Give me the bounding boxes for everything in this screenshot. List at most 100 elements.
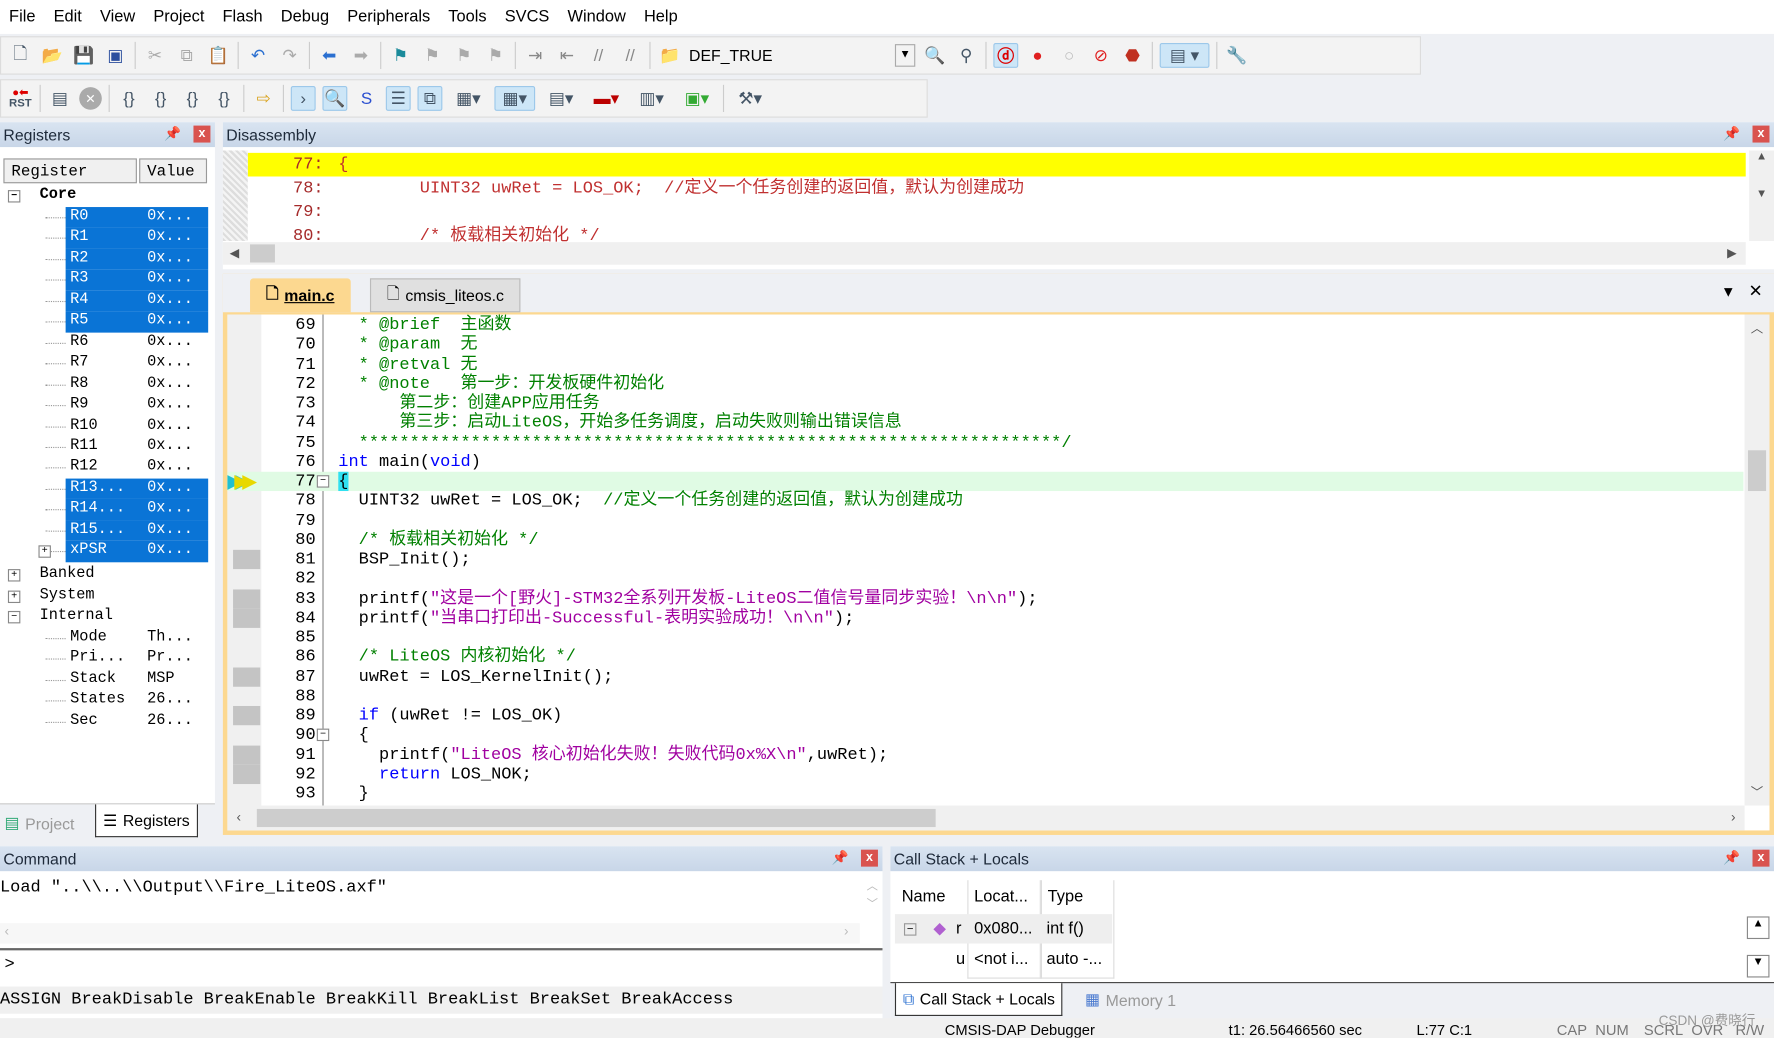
code-line[interactable]: 70 * @param 无: [227, 335, 1743, 355]
register-row[interactable]: Stack MSP: [0, 670, 215, 691]
next-bookmark-icon[interactable]: ⚑: [451, 43, 476, 68]
uncomment-icon[interactable]: //: [618, 43, 643, 68]
register-row[interactable]: R0 0x...: [0, 207, 215, 228]
symbols-window-icon[interactable]: S: [354, 86, 379, 111]
code-line[interactable]: 89 if (uwRet != LOS_OK): [227, 706, 1743, 726]
editor-vscrollbar[interactable]: ︿ ﹀: [1744, 314, 1770, 806]
menu-window[interactable]: Window: [558, 8, 634, 26]
system-viewer-icon[interactable]: ▣▾: [678, 86, 716, 111]
disable-breakpoint-icon[interactable]: ○: [1057, 43, 1082, 68]
code-line[interactable]: 81 BSP_Init();: [227, 550, 1743, 570]
tree-group-internal[interactable]: − Internal: [0, 606, 215, 627]
disassembly-line[interactable]: 78: UINT32 uwRet = LOS_OK; //定义一个任务创建的返回…: [248, 176, 1746, 200]
menu-peripherals[interactable]: Peripherals: [338, 8, 439, 26]
indent-icon[interactable]: ⇥: [523, 43, 548, 68]
code-line[interactable]: 86 /* LiteOS 内核初始化 */: [227, 647, 1743, 667]
paste-icon[interactable]: 📋: [206, 43, 231, 68]
cut-icon[interactable]: ✂: [143, 43, 168, 68]
expand-icon[interactable]: +: [38, 545, 51, 558]
memory-window-icon[interactable]: ▦▾: [494, 85, 536, 111]
save-icon[interactable]: 💾: [71, 43, 96, 68]
close-icon[interactable]: x: [1752, 125, 1770, 143]
code-line[interactable]: 79: [227, 511, 1743, 531]
register-row[interactable]: R11 0x...: [0, 437, 215, 458]
register-row[interactable]: R4 0x...: [0, 290, 215, 312]
debug-session-icon[interactable]: ⓓ: [993, 42, 1019, 68]
command-window-icon[interactable]: ›: [290, 85, 316, 111]
prev-bookmark-icon[interactable]: ⚑: [420, 43, 445, 68]
register-row[interactable]: R6 0x...: [0, 332, 215, 353]
disassembly-line[interactable]: 79:: [248, 200, 1746, 224]
disassembly-hscrollbar[interactable]: ◀ ▶: [222, 242, 1746, 265]
register-row[interactable]: States 26...: [0, 691, 215, 712]
expand-icon[interactable]: +: [7, 590, 21, 604]
unindent-icon[interactable]: ⇤: [554, 43, 579, 68]
collapse-icon[interactable]: −: [7, 610, 21, 624]
comment-icon[interactable]: //: [586, 43, 611, 68]
code-line[interactable]: 87 uwRet = LOS_KernelInit();: [227, 667, 1743, 687]
tab-cmsis-liteos-c[interactable]: 🗋 cmsis_liteos.c: [369, 278, 521, 313]
step-in-icon[interactable]: {}: [117, 86, 142, 111]
close-icon[interactable]: x: [1752, 849, 1770, 867]
find-in-files-icon[interactable]: 📁: [657, 43, 682, 68]
disassembly-line[interactable]: 80: /* 板载相关初始化 */: [248, 224, 1746, 243]
code-line[interactable]: 93 }: [227, 784, 1743, 804]
configure-icon[interactable]: 🔧: [1224, 43, 1249, 68]
tree-group-core[interactable]: − Core: [0, 186, 215, 207]
tree-group-banked[interactable]: + Banked: [0, 565, 215, 586]
editor-hscrollbar[interactable]: ‹ ›: [227, 805, 1745, 831]
tab-project[interactable]: ▤ Project: [5, 813, 75, 832]
tab-main-c[interactable]: 🗋 main.c: [250, 278, 351, 313]
chevron-down-icon[interactable]: ▼: [894, 44, 916, 67]
register-row[interactable]: R14... 0x...: [0, 499, 215, 521]
register-row[interactable]: R13... 0x...: [0, 478, 215, 500]
register-row[interactable]: R3 0x...: [0, 269, 215, 291]
redo-icon[interactable]: ↷: [277, 43, 302, 68]
back-icon[interactable]: ⬅: [317, 43, 342, 68]
column-header-location[interactable]: Locat...: [974, 880, 1028, 914]
table-row[interactable]: − ◆ r 0x080... int f(): [894, 914, 1113, 944]
copy-icon[interactable]: ⧉: [174, 43, 199, 68]
call-stack-window-icon[interactable]: ⧉: [417, 85, 443, 111]
command-hscrollbar[interactable]: ‹ ›: [0, 923, 860, 944]
code-line[interactable]: 69 * @brief 主函数: [227, 316, 1743, 336]
find-icon[interactable]: 🔍: [922, 43, 947, 68]
register-row[interactable]: R5 0x...: [0, 311, 215, 333]
run-to-cursor-icon[interactable]: {}: [212, 86, 237, 111]
serial-window-icon[interactable]: ▤▾: [542, 86, 580, 111]
tree-group-system[interactable]: + System: [0, 586, 215, 607]
register-row[interactable]: R9 0x...: [0, 395, 215, 416]
register-row[interactable]: R1 0x...: [0, 227, 215, 249]
code-editor[interactable]: 69 * @brief 主函数 70 * @param 无 71 * @retval…: [227, 314, 1770, 831]
register-row[interactable]: R12 0x...: [0, 458, 215, 479]
code-line[interactable]: 74 第三步：启动LiteOS，开始多任务调度，启动失败则输出错误信息: [227, 413, 1743, 433]
pin-icon[interactable]: 📌: [1723, 850, 1740, 866]
close-file-icon[interactable]: ✕: [1748, 281, 1762, 301]
show-next-statement-icon[interactable]: ⇨: [251, 86, 276, 111]
menu-debug[interactable]: Debug: [272, 8, 338, 26]
menu-view[interactable]: View: [91, 8, 144, 26]
tab-call-stack-locals[interactable]: ⧉ Call Stack + Locals: [894, 983, 1063, 1016]
run-icon[interactable]: ▤: [48, 86, 73, 111]
column-header-value[interactable]: Value: [139, 158, 208, 184]
column-header-register[interactable]: Register: [3, 158, 137, 184]
fold-icon[interactable]: −: [316, 475, 330, 488]
code-line[interactable]: 72 * @note 第一步：开发板硬件初始化: [227, 374, 1743, 394]
code-line[interactable]: 73 第二步：创建APP应用任务: [227, 394, 1743, 414]
code-line[interactable]: 88: [227, 686, 1743, 706]
register-row[interactable]: R7 0x...: [0, 353, 215, 374]
code-line[interactable]: 76 int main(void): [227, 452, 1743, 472]
menu-file[interactable]: File: [0, 8, 45, 26]
command-input[interactable]: >: [0, 953, 882, 978]
expand-icon[interactable]: +: [7, 569, 21, 582]
table-row[interactable]: u <not i... auto -...: [895, 945, 1112, 974]
code-line[interactable]: 91 printf("LiteOS 核心初始化失败！失败代码0x%X\n",uw…: [227, 745, 1743, 765]
code-line[interactable]: 80 /* 板载相关初始化 */: [227, 530, 1743, 550]
code-line[interactable]: 77{−: [227, 471, 1744, 492]
forward-icon[interactable]: ➡: [348, 43, 373, 68]
column-header-name[interactable]: Name: [895, 880, 974, 914]
fold-icon[interactable]: −: [316, 728, 330, 742]
analysis-window-icon[interactable]: ▬▾: [587, 86, 625, 111]
code-line[interactable]: 71 * @retval 无: [227, 355, 1743, 375]
window-layout-icon[interactable]: ▤ ▾: [1159, 42, 1210, 68]
